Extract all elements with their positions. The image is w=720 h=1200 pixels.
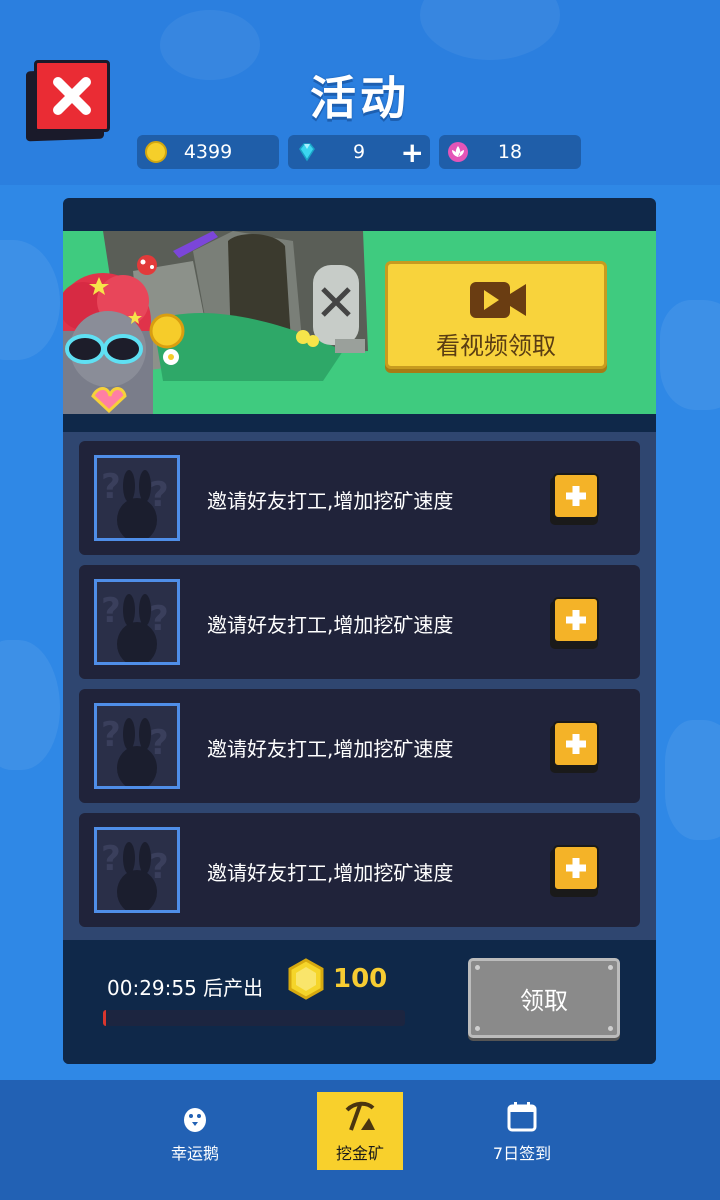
plus-icon — [553, 721, 599, 767]
svg-text:?: ? — [101, 591, 121, 631]
invite-row: ? ? 邀请好友打工,增加挖矿速度 — [79, 813, 640, 927]
claim-button[interactable]: 领取 — [468, 958, 620, 1038]
gold-coin-icon — [145, 141, 167, 163]
page-title: 活动 — [310, 71, 410, 125]
video-camera-icon — [470, 282, 526, 318]
gold-coin-icon — [288, 958, 324, 1000]
invite-row: ? ? 邀请好友打工,增加挖矿速度 — [79, 565, 640, 679]
mine-banner: 看视频领取 — [63, 231, 656, 414]
invite-add-button[interactable] — [550, 845, 601, 897]
plus-icon — [553, 845, 599, 891]
production-progress-bar — [103, 1010, 405, 1026]
tab-lucky-goose[interactable]: 幸运鹅 — [152, 1092, 238, 1170]
svg-text:?: ? — [101, 467, 121, 507]
production-progress-fill — [103, 1010, 107, 1026]
tab-gold-mine[interactable]: 挖金矿 — [317, 1092, 403, 1170]
invite-add-button[interactable] — [550, 473, 601, 525]
currency-gold: 4399 — [137, 135, 279, 169]
unknown-bunny-avatar-icon: ? ? — [94, 703, 180, 789]
svg-text:?: ? — [101, 839, 121, 879]
bottom-tab-bar: 幸运鹅 挖金矿 7日签到 — [0, 1080, 720, 1200]
tab-label: 挖金矿 — [335, 1144, 384, 1163]
lotus-value: 18 — [497, 141, 523, 163]
production-timer: 00:29:55 后产出 — [107, 976, 264, 1000]
diamond-icon — [299, 143, 315, 162]
tab-label: 7日签到 — [492, 1144, 552, 1163]
invite-row-text: 邀请好友打工,增加挖矿速度 — [207, 861, 454, 885]
unknown-bunny-avatar-icon: ? ? — [94, 827, 180, 913]
add-diamond-button[interactable]: + — [401, 136, 424, 169]
plus-icon — [553, 473, 599, 519]
tab-label: 幸运鹅 — [170, 1144, 219, 1163]
plus-icon — [553, 597, 599, 643]
gold-value: 4399 — [183, 141, 233, 163]
invite-add-button[interactable] — [550, 721, 601, 773]
unknown-bunny-avatar-icon: ? ? — [94, 579, 180, 665]
reward-value: 100 — [333, 964, 388, 994]
invite-row: ? ? 邀请好友打工,增加挖矿速度 — [79, 689, 640, 803]
invite-add-button[interactable] — [550, 597, 601, 649]
invite-row: ? ? 邀请好友打工,增加挖矿速度 — [79, 441, 640, 555]
pickaxe-mine-icon — [345, 1101, 375, 1131]
invite-list: ? ? 邀请好友打工,增加挖矿速度 ? ? 邀请好友打工,增加挖矿速度 ? ? … — [63, 432, 656, 940]
currency-diamond: 9 + — [288, 135, 430, 169]
currency-lotus: 18 — [439, 135, 581, 169]
calendar-icon — [507, 1102, 537, 1132]
invite-row-text: 邀请好友打工,增加挖矿速度 — [207, 737, 454, 761]
watch-video-label: 看视频领取 — [436, 332, 556, 360]
invite-row-text: 邀请好友打工,增加挖矿速度 — [207, 489, 454, 513]
tab-7-day-checkin[interactable]: 7日签到 — [479, 1092, 565, 1170]
invite-row-text: 邀请好友打工,增加挖矿速度 — [207, 613, 454, 637]
unknown-bunny-avatar-icon: ? ? — [94, 455, 180, 541]
watch-video-claim-button[interactable]: 看视频领取 — [385, 261, 607, 369]
claim-label: 领取 — [520, 986, 568, 1015]
diamond-value: 9 — [352, 141, 366, 163]
goose-icon — [184, 1108, 206, 1132]
production-area: 00:29:55 后产出 100 领取 — [63, 940, 656, 1064]
mining-panel: 看视频领取 ? ? 邀请好友打工,增加挖矿速度 ? ? 邀请好友打工,增加挖矿速… — [63, 198, 656, 1064]
lotus-icon — [448, 142, 468, 162]
svg-text:?: ? — [101, 715, 121, 755]
